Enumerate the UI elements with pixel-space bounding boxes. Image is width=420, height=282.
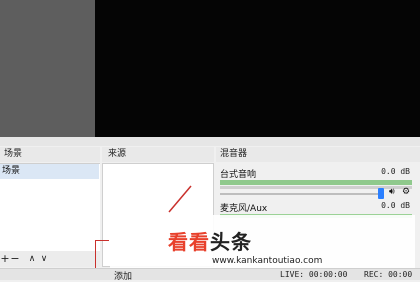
add-source-button[interactable]: 添加 — [114, 269, 132, 282]
watermark-logo: 看看头条 — [168, 226, 252, 255]
scenes-dock-title: 场景 — [0, 147, 100, 162]
volume-slider[interactable] — [220, 193, 382, 195]
preview-canvas[interactable] — [95, 0, 420, 137]
watermark-brand-part2: 头条 — [210, 230, 252, 254]
speaker-icon[interactable]: 🔊︎ — [389, 188, 398, 197]
watermark-brand-part1: 看看 — [168, 230, 210, 254]
volume-meter — [220, 180, 412, 185]
sources-dock-title: 来源 — [102, 147, 214, 162]
add-scene-button[interactable]: + — [0, 251, 10, 267]
move-scene-up-button[interactable]: ∧ — [26, 251, 38, 267]
gear-icon[interactable]: ⚙ — [402, 188, 411, 197]
move-scene-down-button[interactable]: ∨ — [38, 251, 50, 267]
mixer-channel-name: 台式音响 — [220, 170, 257, 180]
scenes-list[interactable]: 场景 — [0, 163, 100, 251]
scene-list-item[interactable]: 场景 — [0, 164, 99, 179]
status-bar — [0, 268, 420, 280]
rec-timer: REC: 00:00 — [364, 270, 413, 279]
watermark-url: www.kankantoutiao.com — [212, 256, 323, 266]
mixer-dock-title: 混音器 — [216, 147, 420, 162]
mixer-channel-db: 0.0 dB — [381, 201, 410, 210]
live-timer: LIVE: 00:00:00 — [280, 270, 348, 279]
mixer-channel-db: 0.0 dB — [381, 167, 410, 176]
preview-side-area — [0, 0, 95, 137]
scenes-toolbar: + − ∧ ∨ — [0, 251, 100, 267]
preview-divider — [0, 137, 420, 146]
volume-slider-handle[interactable] — [378, 188, 384, 199]
remove-scene-button[interactable]: − — [10, 251, 20, 267]
mixer-channel-name: 麦克风/Aux — [220, 204, 268, 214]
